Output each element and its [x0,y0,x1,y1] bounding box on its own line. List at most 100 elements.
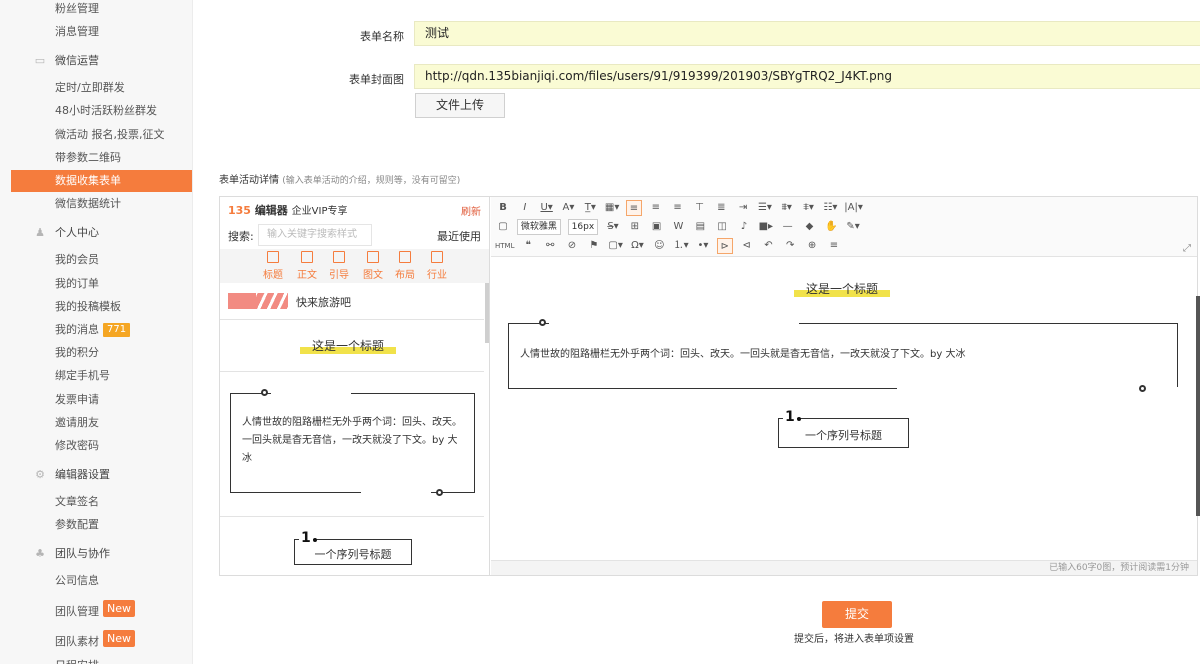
template-icon[interactable]: ▢▾ [608,238,624,254]
indent-icon[interactable]: ⇥ [735,200,751,216]
sidebar-item[interactable]: 微信数据统计 [0,193,192,215]
sidebar-item[interactable]: 绑定手机号 [0,365,192,387]
style-tab[interactable]: 布局 [390,251,420,281]
style-card-heading[interactable]: 这是一个标题 [300,337,397,354]
sidebar-item[interactable]: 修改密码 [0,435,192,457]
recent-used-link[interactable]: 最近使用 [437,228,481,244]
spacing-after-icon[interactable]: ⩨▾ [801,200,817,216]
refresh-link[interactable]: 刷新 [461,203,481,218]
sidebar-item[interactable]: 邀请朋友 [0,412,192,434]
sidebar-item[interactable]: 数据收集表单 [11,170,192,192]
paragraph-spacing-icon[interactable]: ⩩▾ [779,200,795,216]
style-card-seq[interactable]: 1 一个序列号标题 [294,530,412,565]
sidebar-item[interactable]: 微活动 报名,投票,征文 [0,124,192,146]
sidebar-item[interactable]: 发票申请 [0,389,192,411]
sidebar-item[interactable]: 我的积分 [0,342,192,364]
quote-icon[interactable]: ❝ [520,238,536,254]
horizontal-rule-icon[interactable]: — [780,219,796,235]
align-center-icon[interactable]: ≡ [648,200,664,216]
strikethrough-icon[interactable]: S̶▾ [605,219,621,235]
letter-spacing-icon[interactable]: |A|▾ [844,200,863,216]
style-tab[interactable]: 引导 [324,251,354,281]
sidebar-group[interactable]: ⚙ 编辑器设置 [0,463,192,487]
sidebar-group[interactable]: ♟ 个人中心 [0,221,192,245]
form-cover-input[interactable]: http://qdn.135bianjiqi.com/files/users/9… [414,64,1200,89]
unordered-list-icon[interactable]: •▾ [695,238,711,254]
list-indent-icon[interactable]: ☷▾ [822,200,838,216]
sidebar-item[interactable]: 文章签名 [0,491,192,513]
font-color-icon[interactable]: A▾ [560,200,576,216]
ordered-list-icon[interactable]: ⒈▾ [673,238,689,254]
font-size-select[interactable]: 16px [567,219,599,235]
search-replace-icon[interactable]: ⊕ [804,238,820,254]
format-painter-icon[interactable]: ⊳ [716,238,733,254]
quote-dot-icon [1139,385,1146,392]
sidebar-item[interactable]: 我的消息 771 [0,319,192,341]
background-color-icon[interactable]: ▦▾ [604,200,620,216]
style-card-travel[interactable]: 快来旅游吧 [228,293,478,311]
magic-wand-icon[interactable]: ✎▾ [845,219,861,235]
sidebar-item[interactable]: 48小时活跃粉丝群发 [0,100,192,122]
image-text-icon[interactable]: ◫ [714,219,730,235]
html-source-icon[interactable]: HTML [495,238,514,254]
sidebar-group[interactable]: ▭ 微信运营 [0,49,192,73]
justify-icon[interactable]: ≣ [713,200,729,216]
line-height-icon[interactable]: ☰▾ [757,200,773,216]
special-char-icon[interactable]: Ω▾ [629,238,645,254]
sidebar-item[interactable]: 我的订单 [0,273,192,295]
style-tab[interactable]: 标题 [258,251,288,281]
sidebar-item[interactable]: 公司信息 [0,570,192,592]
sidebar-item[interactable]: 团队素材 New [0,630,192,652]
italic-icon[interactable]: I [517,200,533,216]
underline-icon[interactable]: U▾ [539,200,555,216]
multi-image-icon[interactable]: ▤ [692,219,708,235]
hand-icon[interactable]: ✋ [823,219,839,235]
fill-icon[interactable]: ◆ [801,219,817,235]
more-icon[interactable]: ≡ [826,238,842,254]
undo-icon[interactable]: ↶ [760,238,776,254]
sidebar-item[interactable]: 我的会员 [0,249,192,271]
sidebar-item[interactable]: 粉丝管理 [0,0,192,20]
sidebar-group[interactable]: ♣ 团队与协作 [0,542,192,566]
style-card-quote[interactable]: 人情世故的阻路栅栏无外乎两个词：回头、改天。一回头就是杳无音信，一改天就没了下文… [230,389,475,496]
editor-content[interactable]: 这是一个标题 人情世故的阻路栅栏无外乎两个词：回头、改天。一回头就是杳无音信，一… [491,258,1197,560]
style-tab[interactable]: 正文 [292,251,322,281]
redo-icon[interactable]: ↷ [782,238,798,254]
divider [220,319,484,320]
sidebar-item[interactable]: 消息管理 [0,21,192,43]
text-size-icon[interactable]: T̲▾ [582,200,598,216]
sidebar-item[interactable]: 日程安排 [0,655,192,664]
link-icon[interactable]: ⚯ [542,238,558,254]
clear-format-icon[interactable]: ⊲ [739,238,755,254]
bold-icon[interactable]: B [495,200,511,216]
style-tab[interactable]: 图文 [358,251,388,281]
page-scrollbar[interactable] [1196,296,1200,516]
fullscreen-icon[interactable]: ⤢ [1183,243,1191,254]
keyboard-icon: ▭ [34,54,46,67]
unlink-icon[interactable]: ⊘ [564,238,580,254]
sidebar-item[interactable]: 参数配置 [0,514,192,536]
style-tab[interactable]: 行业 [422,251,452,281]
submit-button[interactable]: 提交 [822,601,892,628]
audio-icon[interactable]: ♪ [736,219,752,235]
new-doc-icon[interactable]: ▢ [495,219,511,235]
border-gap [549,322,799,325]
align-top-icon[interactable]: ⊤ [691,200,707,216]
video-icon[interactable]: ■▸ [758,219,774,235]
image-icon[interactable]: ▣ [649,219,665,235]
file-upload-button[interactable]: 文件上传 [415,93,505,118]
form-name-input[interactable]: 测试 [414,21,1200,46]
word-import-icon[interactable]: W [670,219,686,235]
sidebar-item[interactable]: 团队管理 New [0,600,192,622]
emoji-icon[interactable]: ☺ [651,238,667,254]
style-search-input[interactable]: 输入关键字搜索样式 [258,224,372,246]
font-family-select[interactable]: 微软雅黑 [516,219,561,235]
align-left-icon[interactable]: ≡ [625,200,642,216]
style-panel-scrollbar[interactable] [485,283,489,343]
anchor-icon[interactable]: ⚑ [586,238,602,254]
sidebar-item[interactable]: 定时/立即群发 [0,77,192,99]
sidebar-item[interactable]: 带参数二维码 [0,147,192,169]
align-right-icon[interactable]: ≡ [670,200,686,216]
table-icon[interactable]: ⊞ [627,219,643,235]
sidebar-item[interactable]: 我的投稿模板 [0,296,192,318]
